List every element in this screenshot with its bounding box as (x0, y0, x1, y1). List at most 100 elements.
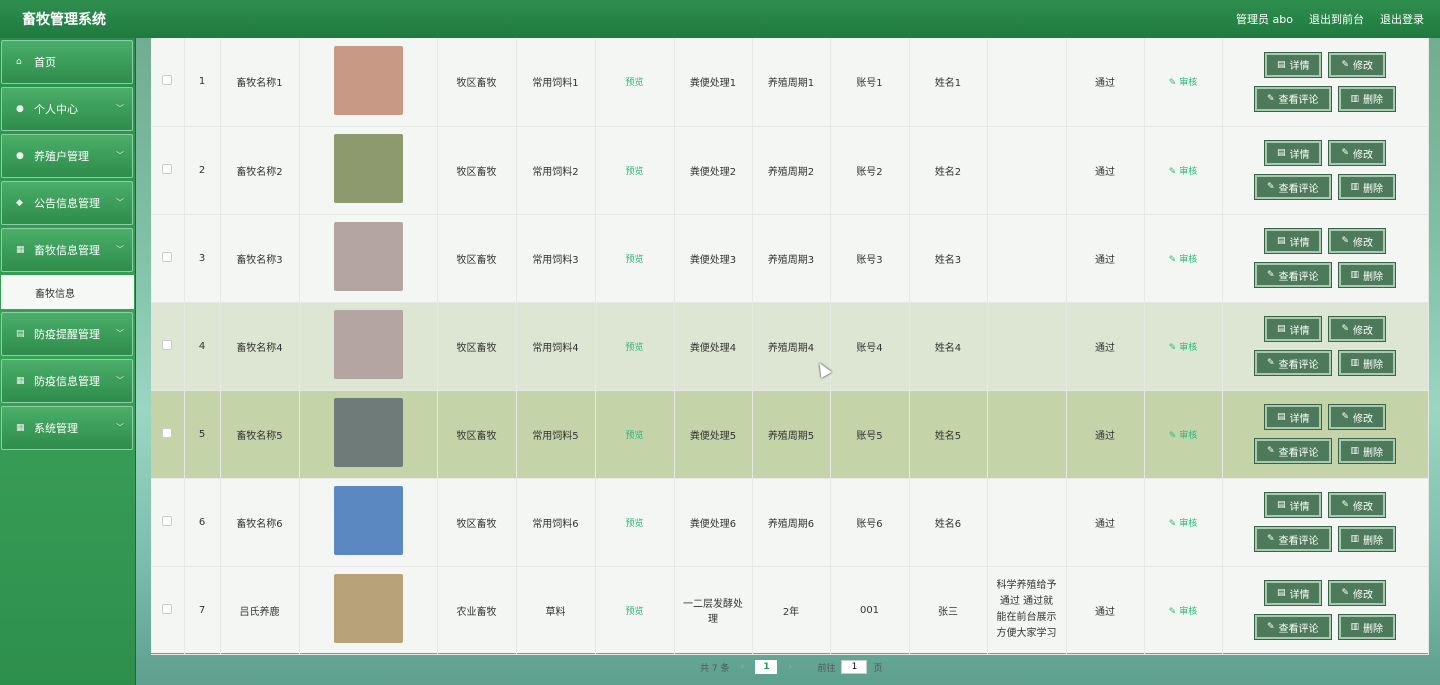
edit-button[interactable]: ✎ 修改 (1329, 317, 1386, 341)
delete-button[interactable]: ▥ 删除 (1338, 175, 1396, 199)
back-to-front-link[interactable]: 退出到前台 (1309, 11, 1364, 27)
detail-label: 详情 (1289, 589, 1310, 601)
sidebar-subitem-livestock-info[interactable]: 畜牧信息 (1, 275, 134, 309)
delete-button[interactable]: ▥ 删除 (1338, 86, 1396, 111)
current-page[interactable]: 1 (755, 660, 778, 674)
audit-link[interactable]: ✎ 审核 (1169, 343, 1197, 353)
sidebar-item-1[interactable]: ● 个人中心 ﹀ (1, 87, 133, 131)
audit-status: 通过 (1066, 566, 1145, 655)
sidebar-item-label: 个人中心 (34, 103, 78, 116)
account: 账号5 (830, 390, 910, 479)
video-preview-link[interactable]: 预览 (625, 78, 643, 88)
manure-treatment: 粪便处理6 (674, 478, 753, 567)
doc-icon: ▤ (1276, 412, 1286, 422)
audit-link[interactable]: ✎ 审核 (1169, 78, 1197, 88)
video-preview-link[interactable]: 预览 (625, 167, 643, 177)
view-comments-button[interactable]: ✎ 查看评论 (1254, 351, 1331, 375)
view-comments-button[interactable]: ✎ 查看评论 (1254, 439, 1331, 463)
view-comments-button[interactable]: ✎ 查看评论 (1254, 527, 1331, 551)
audit-reply (987, 38, 1067, 127)
comments-label: 查看评论 (1278, 271, 1319, 283)
detail-button[interactable]: ▤ 详情 (1264, 581, 1322, 605)
view-comments-button[interactable]: ✎ 查看评论 (1254, 615, 1331, 639)
sidebar-item-2[interactable]: ● 养殖户管理 ﹀ (1, 134, 133, 178)
livestock-image[interactable] (333, 398, 403, 467)
livestock-image[interactable] (333, 134, 403, 203)
user-icon: ● (16, 104, 24, 114)
pencil-icon: ✎ (1266, 182, 1275, 192)
delete-button[interactable]: ▥ 删除 (1338, 263, 1396, 287)
main-content: 1 畜牧名称1 牧区畜牧 常用饲料1 预览 粪便处理1 养殖周期1 账号1 姓名1 通过 ✎ 审核 … (151, 38, 1429, 655)
row-actions: ▤ 详情 ✎ 修改 ✎ 查看评论 ▥ 删除 (1223, 405, 1428, 463)
audit-link[interactable]: ✎ 审核 (1169, 607, 1197, 617)
account: 账号1 (830, 38, 910, 127)
livestock-image[interactable] (333, 45, 403, 115)
detail-button[interactable]: ▤ 详情 (1264, 317, 1322, 341)
grid-icon: ▦ (16, 423, 25, 433)
row-checkbox[interactable] (162, 75, 173, 86)
row-checkbox[interactable] (162, 603, 173, 614)
view-comments-button[interactable]: ✎ 查看评论 (1254, 175, 1331, 199)
common-feed: 常用饲料3 (516, 214, 596, 303)
breeding-cycle: 2年 (752, 566, 831, 655)
row-checkbox[interactable] (162, 515, 173, 526)
edit-button[interactable]: ✎ 修改 (1329, 52, 1386, 77)
goto-page-input[interactable] (841, 660, 868, 674)
next-page-button[interactable]: › (783, 660, 797, 674)
sidebar-item-0[interactable]: ⌂ 首页 (1, 40, 133, 84)
sidebar-item-7[interactable]: ▦ 系统管理 ﹀ (1, 406, 133, 450)
audit-label: 审核 (1179, 254, 1198, 265)
delete-button[interactable]: ▥ 删除 (1338, 527, 1396, 551)
video-preview-link[interactable]: 预览 (625, 431, 643, 441)
view-comments-button[interactable]: ✎ 查看评论 (1254, 86, 1331, 111)
detail-button[interactable]: ▤ 详情 (1264, 52, 1322, 77)
video-preview-link[interactable]: 预览 (625, 255, 643, 265)
livestock-image[interactable] (333, 574, 403, 643)
doc-icon: ▤ (1276, 500, 1286, 510)
edit-button[interactable]: ✎ 修改 (1329, 581, 1386, 605)
row-checkbox[interactable] (162, 339, 173, 350)
row-actions: ▤ 详情 ✎ 修改 ✎ 查看评论 ▥ 删除 (1223, 317, 1428, 375)
edit-button[interactable]: ✎ 修改 (1329, 493, 1386, 517)
audit-link[interactable]: ✎ 审核 (1169, 255, 1197, 265)
detail-button[interactable]: ▤ 详情 (1264, 405, 1322, 429)
edit-button[interactable]: ✎ 修改 (1329, 141, 1386, 165)
sidebar-item-label: 防疫信息管理 (34, 375, 100, 388)
livestock-name: 畜牧名称2 (220, 126, 300, 215)
edit-button[interactable]: ✎ 修改 (1329, 229, 1386, 253)
delete-button[interactable]: ▥ 删除 (1338, 615, 1396, 639)
sidebar-item-6[interactable]: ▦ 防疫信息管理 ﹀ (1, 359, 133, 403)
comments-label: 查看评论 (1278, 623, 1319, 635)
audit-label: 审核 (1179, 518, 1198, 529)
livestock-image[interactable] (333, 486, 403, 555)
detail-button[interactable]: ▤ 详情 (1264, 229, 1322, 253)
row-checkbox[interactable] (162, 251, 173, 262)
audit-link[interactable]: ✎ 审核 (1169, 519, 1197, 529)
livestock-image[interactable] (333, 310, 403, 379)
sidebar-item-5[interactable]: ▤ 防疫提醒管理 ﹀ (1, 312, 133, 356)
edit-label: 修改 (1353, 61, 1374, 73)
row-checkbox[interactable] (162, 163, 173, 174)
delete-button[interactable]: ▥ 删除 (1338, 351, 1396, 375)
logout-link[interactable]: 退出登录 (1380, 11, 1424, 27)
delete-button[interactable]: ▥ 删除 (1338, 439, 1396, 463)
video-preview-link[interactable]: 预览 (625, 607, 643, 617)
video-preview-link[interactable]: 预览 (625, 343, 643, 353)
breeding-cycle: 养殖周期1 (752, 38, 831, 127)
sidebar-item-3[interactable]: ◆ 公告信息管理 ﹀ (1, 181, 133, 225)
audit-status: 通过 (1066, 126, 1145, 215)
row-actions: ▤ 详情 ✎ 修改 ✎ 查看评论 ▥ 删除 (1223, 493, 1428, 551)
video-preview-link[interactable]: 预览 (625, 519, 643, 529)
audit-link[interactable]: ✎ 审核 (1169, 431, 1197, 441)
detail-button[interactable]: ▤ 详情 (1264, 493, 1322, 517)
edit-button[interactable]: ✎ 修改 (1329, 405, 1386, 429)
audit-link[interactable]: ✎ 审核 (1169, 167, 1197, 177)
audit-status: 通过 (1066, 38, 1145, 127)
sidebar-item-4[interactable]: ▦ 畜牧信息管理 ﹀ (1, 228, 133, 272)
delete-label: 删除 (1363, 95, 1384, 107)
detail-button[interactable]: ▤ 详情 (1264, 141, 1322, 165)
livestock-image[interactable] (333, 222, 403, 291)
view-comments-button[interactable]: ✎ 查看评论 (1254, 263, 1331, 287)
prev-page-button[interactable]: ‹ (735, 660, 749, 674)
row-checkbox[interactable] (162, 427, 173, 438)
